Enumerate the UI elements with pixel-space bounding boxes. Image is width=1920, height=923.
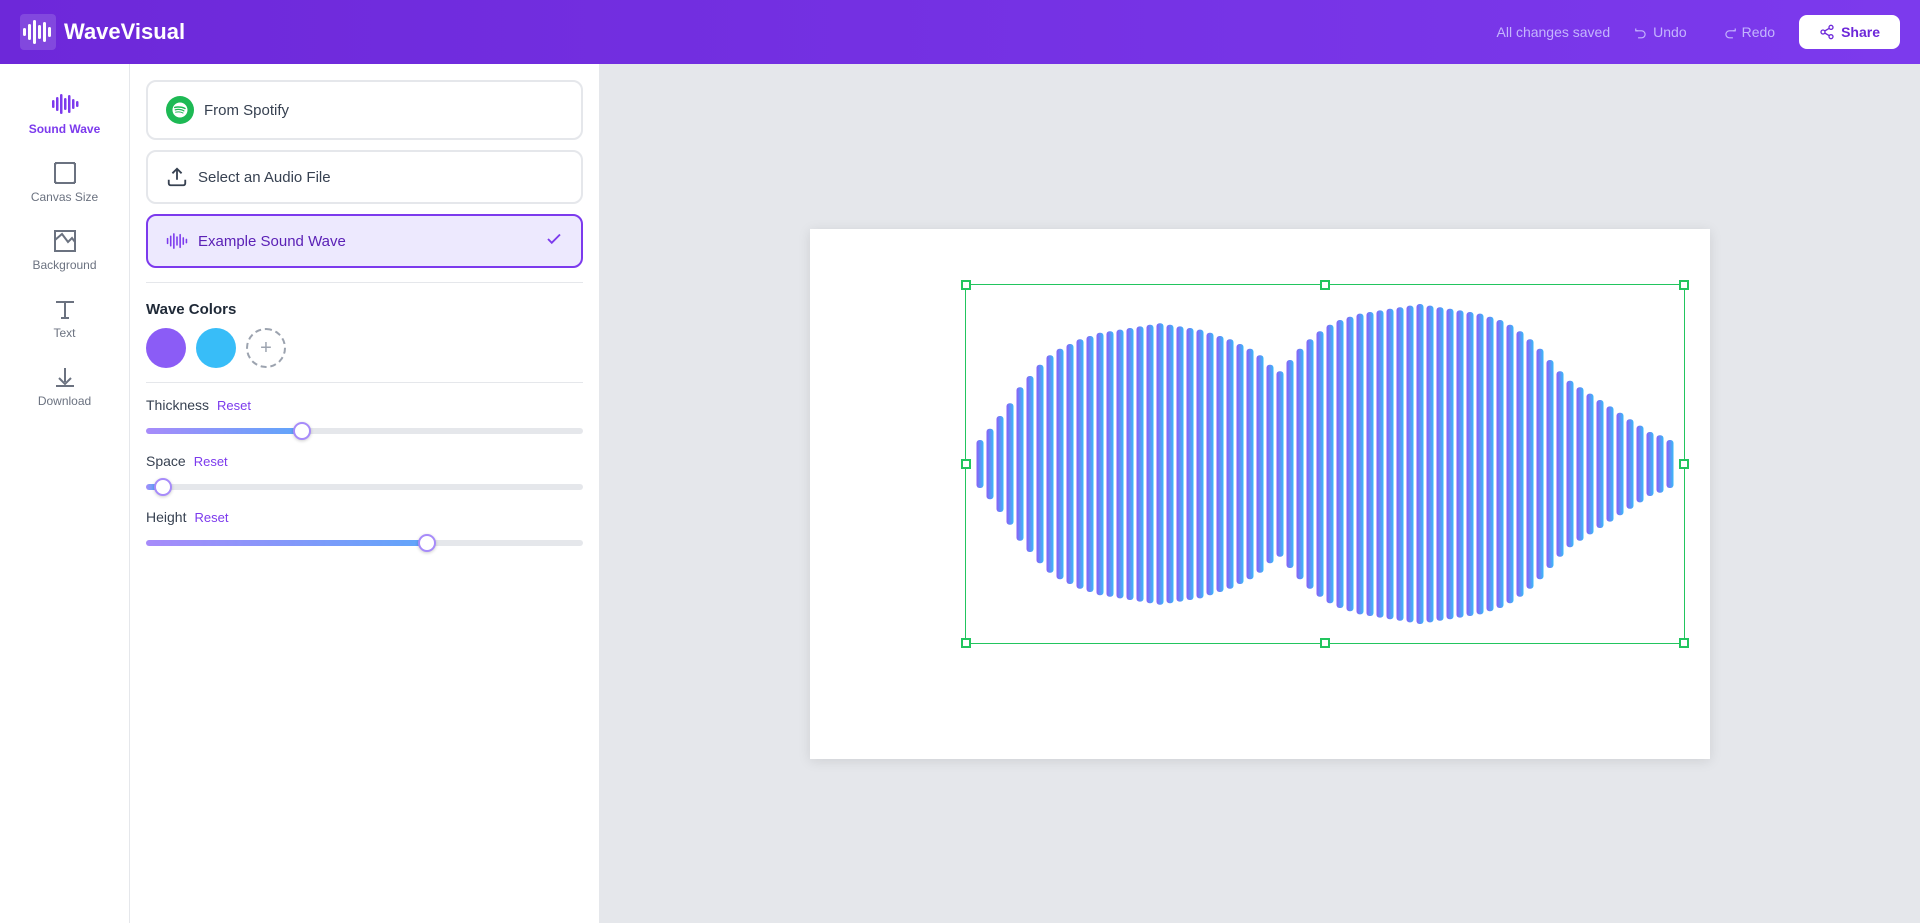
color-2-button[interactable] bbox=[196, 328, 236, 368]
audio-file-button-label: Select an Audio File bbox=[198, 169, 331, 186]
header-actions: All changes saved Undo Redo Share bbox=[1497, 15, 1901, 49]
logo-text: WaveVisual bbox=[64, 19, 185, 45]
undo-button[interactable]: Undo bbox=[1622, 18, 1698, 46]
spotify-button[interactable]: From Spotify bbox=[146, 80, 583, 140]
wave-colors-title: Wave Colors bbox=[146, 301, 583, 318]
sidebar-item-label-sound-wave: Sound Wave bbox=[29, 122, 101, 136]
sidebar-nav: Sound Wave Canvas Size Background bbox=[0, 64, 130, 923]
sound-wave-icon bbox=[51, 90, 79, 118]
logo-icon bbox=[20, 14, 56, 50]
check-icon bbox=[545, 230, 563, 252]
thickness-reset-button[interactable]: Reset bbox=[217, 398, 251, 413]
height-label-row: Height Reset bbox=[146, 509, 583, 525]
sidebar-item-download[interactable]: Download bbox=[10, 354, 120, 418]
download-icon bbox=[52, 364, 78, 390]
undo-icon bbox=[1634, 25, 1648, 39]
thickness-slider[interactable] bbox=[146, 428, 583, 434]
app-header: WaveVisual All changes saved Undo Redo S… bbox=[0, 0, 1920, 64]
color-1-button[interactable] bbox=[146, 328, 186, 368]
sidebar-item-label-background: Background bbox=[32, 258, 96, 272]
canvas-container[interactable] bbox=[810, 229, 1710, 759]
sidebar-item-text[interactable]: Text bbox=[10, 286, 120, 350]
sidebar-item-label-canvas-size: Canvas Size bbox=[31, 190, 98, 204]
sidebar-item-canvas-size[interactable]: Canvas Size bbox=[10, 150, 120, 214]
canvas-size-icon bbox=[52, 160, 78, 186]
example-sound-wave-button[interactable]: Example Sound Wave bbox=[146, 214, 583, 268]
thickness-label: Thickness bbox=[146, 397, 209, 413]
sidebar-item-sound-wave[interactable]: Sound Wave bbox=[10, 80, 120, 146]
main-content: Sound Wave Canvas Size Background bbox=[0, 64, 1920, 923]
share-icon bbox=[1819, 24, 1835, 40]
upload-icon bbox=[166, 166, 188, 188]
space-slider[interactable] bbox=[146, 484, 583, 490]
wave-icon bbox=[166, 230, 188, 252]
sidebar-item-label-text: Text bbox=[53, 326, 75, 340]
wave-visualization bbox=[965, 284, 1685, 644]
space-label: Space bbox=[146, 453, 186, 469]
divider-1 bbox=[146, 282, 583, 283]
example-sound-wave-label: Example Sound Wave bbox=[198, 233, 346, 250]
redo-button[interactable]: Redo bbox=[1711, 18, 1787, 46]
text-icon bbox=[52, 296, 78, 322]
height-slider[interactable] bbox=[146, 540, 583, 546]
redo-icon bbox=[1723, 25, 1737, 39]
height-reset-button[interactable]: Reset bbox=[194, 510, 228, 525]
space-section: Space Reset bbox=[146, 453, 583, 495]
height-section: Height Reset bbox=[146, 509, 583, 551]
add-color-button[interactable]: + bbox=[246, 328, 286, 368]
space-label-row: Space Reset bbox=[146, 453, 583, 469]
background-icon bbox=[52, 228, 78, 254]
controls-panel: From Spotify Select an Audio File bbox=[130, 64, 600, 923]
share-button[interactable]: Share bbox=[1799, 15, 1900, 49]
saved-status: All changes saved bbox=[1497, 24, 1611, 40]
space-reset-button[interactable]: Reset bbox=[194, 454, 228, 469]
spotify-button-label: From Spotify bbox=[204, 102, 289, 119]
height-label: Height bbox=[146, 509, 186, 525]
divider-2 bbox=[146, 382, 583, 383]
thickness-section: Thickness Reset bbox=[146, 397, 583, 439]
wave-colors-row: + bbox=[146, 328, 583, 368]
spotify-icon bbox=[166, 96, 194, 124]
sidebar-item-background[interactable]: Background bbox=[10, 218, 120, 282]
sidebar-item-label-download: Download bbox=[38, 394, 91, 408]
audio-file-button[interactable]: Select an Audio File bbox=[146, 150, 583, 204]
canvas-area bbox=[600, 64, 1920, 923]
thickness-label-row: Thickness Reset bbox=[146, 397, 583, 413]
logo: WaveVisual bbox=[20, 14, 185, 50]
